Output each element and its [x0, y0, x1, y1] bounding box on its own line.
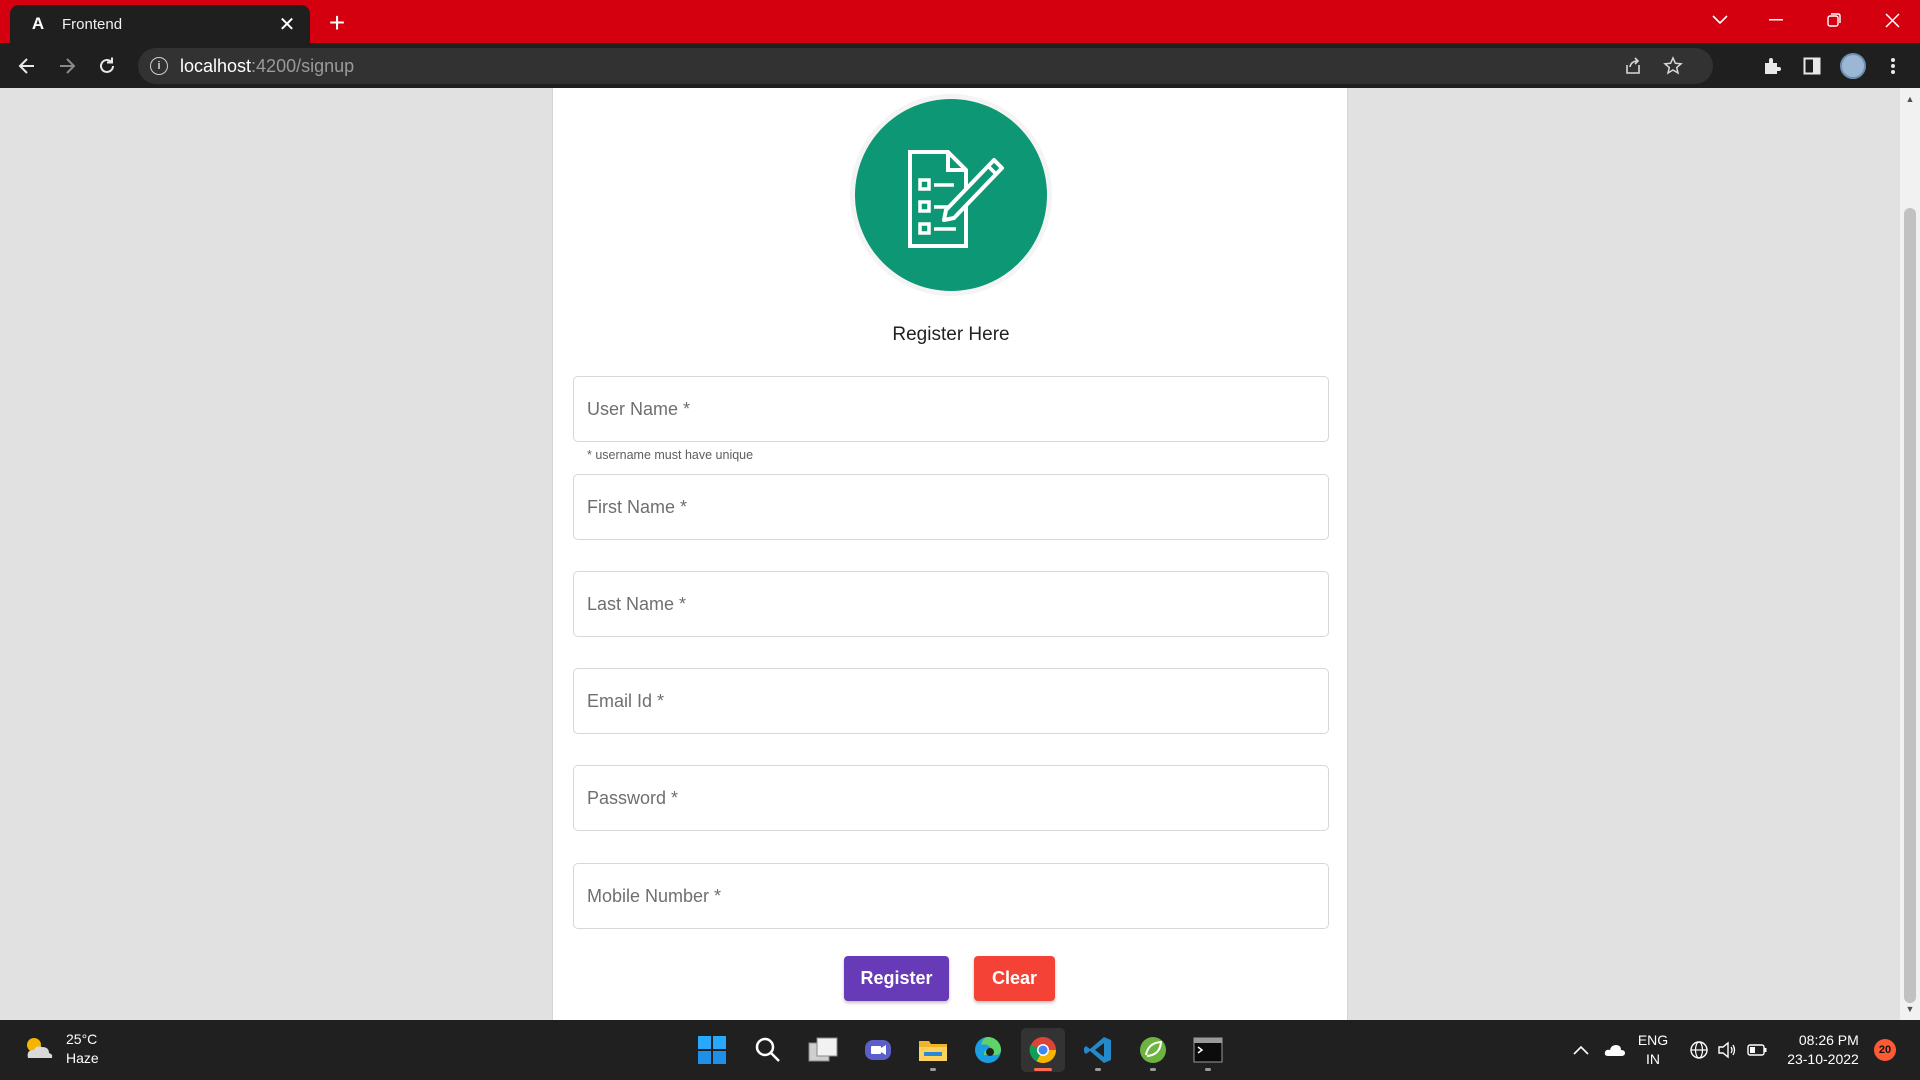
last-name-input[interactable]	[574, 572, 1328, 636]
vscode-icon[interactable]	[1076, 1028, 1120, 1072]
username-hint: * username must have unique	[587, 448, 754, 462]
page-viewport: Register Here User Name * * username mus…	[0, 88, 1900, 1020]
language-code: ENG	[1637, 1032, 1669, 1048]
file-explorer-icon[interactable]	[911, 1028, 955, 1072]
tab-title: Frontend	[62, 15, 123, 33]
signup-card: Register Here User Name * * username mus…	[552, 88, 1348, 1020]
browser-toolbar: i localhost:4200/signup	[0, 43, 1920, 88]
angular-favicon-icon: A	[31, 14, 45, 33]
terminal-icon[interactable]	[1186, 1028, 1230, 1072]
system-clock[interactable]: 08:26 PM 23-10-2022	[1778, 1020, 1868, 1080]
profile-avatar[interactable]	[1836, 49, 1870, 83]
start-button[interactable]	[690, 1028, 734, 1072]
chrome-browser-icon[interactable]	[1021, 1028, 1065, 1072]
show-hidden-icons-icon[interactable]	[1568, 1020, 1594, 1080]
side-panel-icon[interactable]	[1795, 49, 1829, 83]
teams-chat-icon[interactable]	[856, 1028, 900, 1072]
email-field[interactable]: Email Id *	[573, 668, 1329, 734]
browser-menu-icon[interactable]	[1876, 49, 1910, 83]
form-title: Register Here	[892, 324, 1010, 345]
password-input[interactable]	[574, 766, 1328, 830]
share-icon[interactable]	[1616, 48, 1650, 84]
volume-icon[interactable]	[1714, 1020, 1740, 1080]
search-icon[interactable]	[746, 1028, 790, 1072]
page-scrollbar[interactable]: ▲ ▼	[1900, 88, 1920, 1020]
first-name-field[interactable]: First Name *	[573, 474, 1329, 540]
clear-button[interactable]: Clear	[974, 956, 1055, 1001]
register-form-icon	[855, 99, 1047, 291]
new-tab-icon[interactable]: +	[322, 7, 352, 38]
scroll-up-icon[interactable]: ▲	[1900, 90, 1920, 108]
mobile-number-field[interactable]: Mobile Number *	[573, 863, 1329, 929]
clock-time: 08:26 PM	[1798, 1032, 1859, 1048]
onedrive-cloud-icon[interactable]	[1598, 1020, 1632, 1080]
reload-icon[interactable]	[90, 49, 124, 83]
url-text: localhost:4200/signup	[180, 55, 355, 76]
scrollbar-thumb[interactable]	[1904, 208, 1916, 1003]
tab-search-icon[interactable]	[1692, 0, 1748, 40]
register-button[interactable]: Register	[844, 956, 949, 1001]
edge-browser-icon[interactable]	[966, 1028, 1010, 1072]
weather-temperature: 25°C	[66, 1031, 98, 1047]
address-bar[interactable]: i localhost:4200/signup	[138, 48, 1713, 84]
logo-container	[850, 94, 1052, 296]
site-info-icon[interactable]: i	[150, 57, 168, 75]
bookmark-star-icon[interactable]	[1656, 48, 1690, 84]
notification-badge: 20	[1874, 1039, 1896, 1061]
mobile-number-input[interactable]	[574, 864, 1328, 928]
battery-icon[interactable]	[1744, 1020, 1770, 1080]
tab-close-icon[interactable]: ✕	[276, 13, 298, 36]
password-field[interactable]: Password *	[573, 765, 1329, 831]
browser-tab-strip: A Frontend ✕ +	[0, 0, 1920, 43]
windows-taskbar: 25°C Haze ENG IN 08:26 PM 23-10-2022 20	[0, 1020, 1920, 1080]
clock-date: 23-10-2022	[1787, 1051, 1859, 1067]
email-input[interactable]	[574, 669, 1328, 733]
back-icon[interactable]	[10, 49, 44, 83]
username-field[interactable]: User Name *	[573, 376, 1329, 442]
task-view-icon[interactable]	[801, 1028, 845, 1072]
weather-description: Haze	[66, 1050, 99, 1066]
last-name-field[interactable]: Last Name *	[573, 571, 1329, 637]
notification-center[interactable]: 20	[1872, 1020, 1898, 1080]
spring-tool-suite-icon[interactable]	[1131, 1028, 1175, 1072]
language-indicator[interactable]: ENG IN	[1630, 1020, 1676, 1080]
scroll-down-icon[interactable]: ▼	[1900, 1000, 1920, 1018]
extensions-icon[interactable]	[1755, 49, 1789, 83]
network-globe-icon[interactable]	[1686, 1020, 1712, 1080]
weather-widget[interactable]: 25°C Haze	[22, 1030, 99, 1068]
restore-icon[interactable]	[1806, 0, 1862, 40]
first-name-input[interactable]	[574, 475, 1328, 539]
browser-tab[interactable]: A Frontend ✕	[10, 5, 310, 43]
minimize-icon[interactable]	[1748, 0, 1804, 40]
weather-haze-icon	[22, 1036, 54, 1062]
username-input[interactable]	[574, 377, 1328, 441]
region-code: IN	[1646, 1051, 1660, 1067]
close-window-icon[interactable]	[1864, 0, 1920, 40]
forward-icon[interactable]	[50, 49, 84, 83]
